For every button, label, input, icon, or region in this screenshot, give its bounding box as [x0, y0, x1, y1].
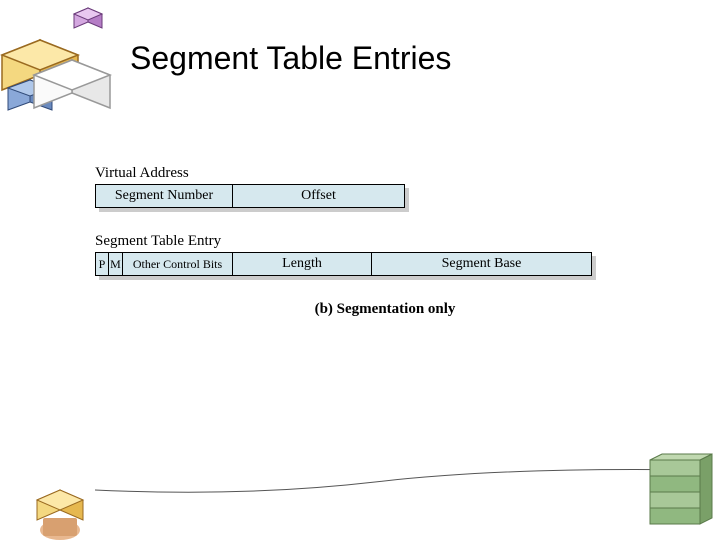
segment-table-entry-row: P M Other Control Bits Length Segment Ba… — [95, 252, 592, 276]
figure-caption: (b) Segmentation only — [135, 301, 635, 318]
field-other-control-bits: Other Control Bits — [123, 252, 233, 276]
field-m-bit: M — [109, 252, 123, 276]
diagram-content: Virtual Address Segment Number Offset Se… — [95, 165, 635, 318]
slide-title: Segment Table Entries — [130, 40, 451, 77]
bottom-decoration — [0, 440, 720, 540]
virtual-address-label: Virtual Address — [95, 165, 635, 182]
cube-decoration-top — [0, 0, 120, 120]
field-offset: Offset — [233, 184, 405, 208]
field-p-bit: P — [95, 252, 109, 276]
field-length: Length — [233, 252, 372, 276]
segment-table-entry-label: Segment Table Entry — [95, 233, 635, 250]
field-segment-number: Segment Number — [95, 184, 233, 208]
field-segment-base: Segment Base — [372, 252, 592, 276]
virtual-address-row: Segment Number Offset — [95, 184, 405, 208]
